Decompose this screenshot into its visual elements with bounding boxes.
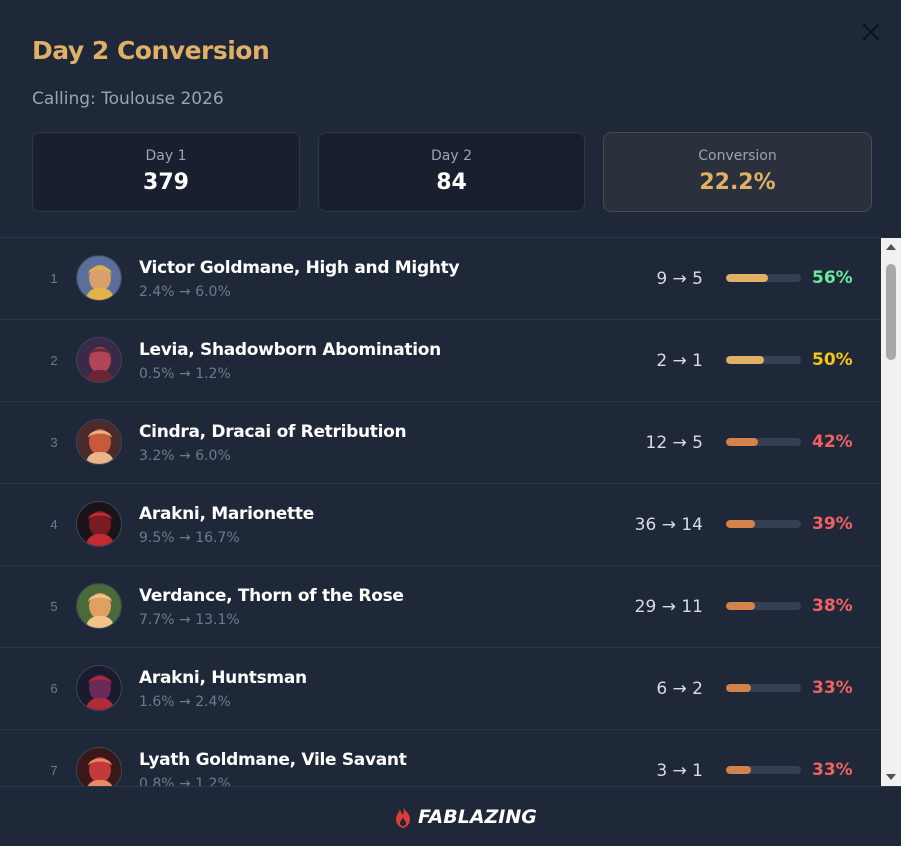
conversion-bar <box>726 438 801 446</box>
stat-day1-label: Day 1 <box>145 148 187 164</box>
conversion-bar-fill <box>726 274 768 282</box>
conversion-bar <box>726 274 801 282</box>
hero-row[interactable]: 2 Levia, Shadowborn Abomination 0.5% → 1… <box>0 320 881 402</box>
hero-rank: 2 <box>50 353 58 368</box>
stat-day1-card: Day 1 379 <box>32 132 300 212</box>
hero-portrait-icon <box>77 256 121 300</box>
hero-row[interactable]: 4 Arakni, Marionette 9.5% → 16.7% 36 → 1… <box>0 484 881 566</box>
hero-player-counts: 2 → 1 <box>656 351 703 371</box>
hero-portrait-icon <box>77 420 121 464</box>
conversion-bar <box>726 602 801 610</box>
hero-avatar <box>76 419 122 465</box>
conversion-percent: 33% <box>812 678 853 698</box>
hero-portrait-icon <box>77 748 121 786</box>
close-button[interactable] <box>861 22 881 42</box>
hero-conversion-list[interactable]: 1 Victor Goldmane, High and Mighty 2.4% … <box>0 238 881 786</box>
conversion-percent: 42% <box>812 432 853 452</box>
hero-name: Arakni, Marionette <box>139 504 314 524</box>
conversion-bar-fill <box>726 438 758 446</box>
hero-rank: 6 <box>50 681 58 696</box>
hero-player-counts: 36 → 14 <box>634 515 703 535</box>
hero-rank: 3 <box>50 435 58 450</box>
hero-row[interactable]: 7 Lyath Goldmane, Vile Savant 0.8% → 1.2… <box>0 730 881 786</box>
conversion-percent: 38% <box>812 596 853 616</box>
hero-avatar <box>76 665 122 711</box>
hero-name: Verdance, Thorn of the Rose <box>139 586 404 606</box>
conversion-dialog: Day 2 Conversion Calling: Toulouse 2026 … <box>0 0 901 846</box>
hero-rank: 5 <box>50 599 58 614</box>
hero-meta-share: 2.4% → 6.0% <box>139 284 231 300</box>
scroll-up-button[interactable] <box>881 238 901 256</box>
hero-row[interactable]: 1 Victor Goldmane, High and Mighty 2.4% … <box>0 238 881 320</box>
hero-rank: 7 <box>50 763 58 778</box>
hero-name: Lyath Goldmane, Vile Savant <box>139 750 407 770</box>
flame-logo-icon <box>396 806 410 828</box>
stat-day1-value: 379 <box>143 170 189 195</box>
conversion-bar-fill <box>726 766 751 774</box>
hero-name: Arakni, Huntsman <box>139 668 307 688</box>
hero-player-counts: 6 → 2 <box>656 679 703 699</box>
hero-player-counts: 3 → 1 <box>656 761 703 781</box>
hero-meta-share: 9.5% → 16.7% <box>139 530 240 546</box>
hero-portrait-icon <box>77 338 121 382</box>
hero-meta-share: 1.6% → 2.4% <box>139 694 231 710</box>
stat-day2-value: 84 <box>436 170 467 195</box>
conversion-bar-fill <box>726 356 764 364</box>
stat-day2-label: Day 2 <box>430 148 472 164</box>
hero-portrait-icon <box>77 666 121 710</box>
dialog-subtitle: Calling: Toulouse 2026 <box>32 89 224 109</box>
hero-rank: 4 <box>50 517 58 532</box>
hero-meta-share: 0.5% → 1.2% <box>139 366 231 382</box>
hero-name: Victor Goldmane, High and Mighty <box>139 258 460 278</box>
dialog-footer: FABLAZING <box>0 787 901 846</box>
hero-name: Cindra, Dracai of Retribution <box>139 422 407 442</box>
hero-meta-share: 7.7% → 13.1% <box>139 612 240 628</box>
conversion-percent: 50% <box>812 350 853 370</box>
triangle-down-icon <box>886 774 896 780</box>
conversion-bar <box>726 520 801 528</box>
hero-player-counts: 9 → 5 <box>656 269 703 289</box>
conversion-bar-fill <box>726 602 755 610</box>
hero-row[interactable]: 5 Verdance, Thorn of the Rose 7.7% → 13.… <box>0 566 881 648</box>
conversion-percent: 39% <box>812 514 853 534</box>
hero-portrait-icon <box>77 584 121 628</box>
hero-rank: 1 <box>50 271 58 286</box>
hero-meta-share: 0.8% → 1.2% <box>139 776 231 786</box>
scroll-down-button[interactable] <box>881 768 901 786</box>
close-icon <box>863 24 879 40</box>
conversion-bar-fill <box>726 520 756 528</box>
brand-name: FABLAZING <box>418 806 537 828</box>
stat-day2-card: Day 2 84 <box>318 132 585 212</box>
hero-player-counts: 12 → 5 <box>645 433 704 453</box>
scrollbar-thumb[interactable] <box>886 264 896 360</box>
hero-avatar <box>76 747 122 786</box>
conversion-bar <box>726 766 801 774</box>
hero-avatar <box>76 255 122 301</box>
scrollbar[interactable] <box>881 238 901 786</box>
conversion-percent: 33% <box>812 760 853 780</box>
stat-conversion-card: Conversion 22.2% <box>603 132 872 212</box>
conversion-percent: 56% <box>812 268 853 288</box>
dialog-title: Day 2 Conversion <box>32 36 270 65</box>
triangle-up-icon <box>886 244 896 250</box>
hero-meta-share: 3.2% → 6.0% <box>139 448 231 464</box>
hero-avatar <box>76 501 122 547</box>
hero-portrait-icon <box>77 502 121 546</box>
hero-name: Levia, Shadowborn Abomination <box>139 340 441 360</box>
conversion-bar <box>726 356 801 364</box>
hero-row[interactable]: 3 Cindra, Dracai of Retribution 3.2% → 6… <box>0 402 881 484</box>
conversion-bar <box>726 684 801 692</box>
stat-conversion-value: 22.2% <box>699 170 776 195</box>
hero-avatar <box>76 337 122 383</box>
hero-player-counts: 29 → 11 <box>634 597 703 617</box>
conversion-bar-fill <box>726 684 751 692</box>
brand-logo[interactable]: FABLAZING <box>392 805 537 829</box>
hero-row[interactable]: 6 Arakni, Huntsman 1.6% → 2.4% 6 → 2 33% <box>0 648 881 730</box>
stat-conversion-label: Conversion <box>698 148 777 164</box>
hero-avatar <box>76 583 122 629</box>
